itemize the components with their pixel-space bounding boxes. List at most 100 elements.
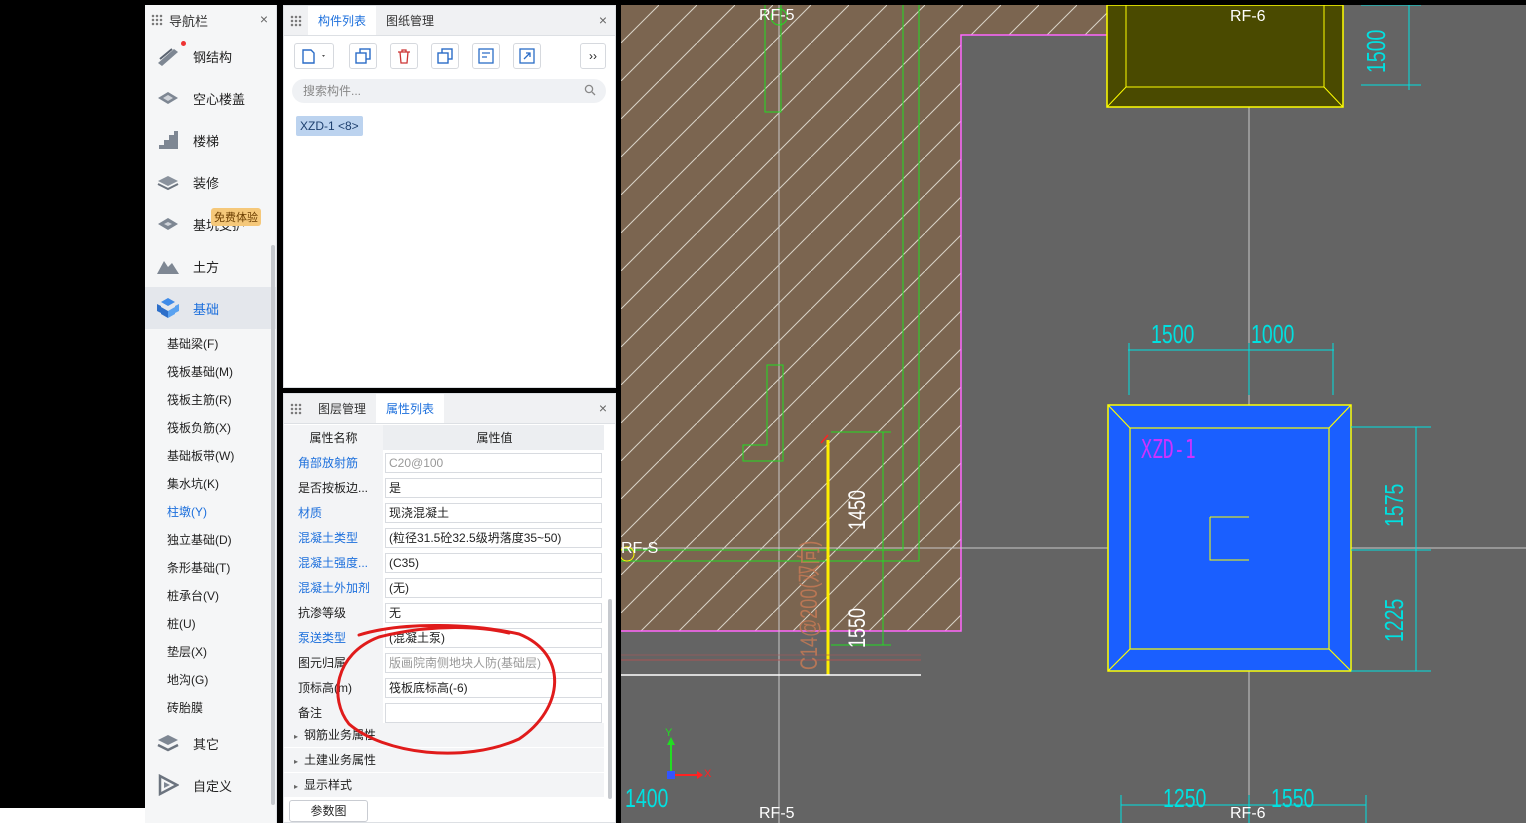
copy-button[interactable] bbox=[349, 43, 377, 69]
property-value[interactable]: (粒径31.5砼32.5级坍落度35~50) bbox=[385, 527, 602, 548]
property-value[interactable]: 现浇混凝土 bbox=[385, 502, 602, 523]
nav-sub-item[interactable]: 垫层(X) bbox=[145, 638, 276, 666]
cad-drawing bbox=[621, 5, 1526, 823]
close-icon[interactable]: × bbox=[599, 400, 607, 416]
property-name: 材质 bbox=[284, 500, 383, 525]
trash-icon bbox=[398, 49, 410, 64]
search-input[interactable]: 搜索构件... bbox=[292, 79, 606, 103]
property-value[interactable]: (C35) bbox=[385, 552, 602, 573]
nav-sub-item-selected[interactable]: 柱墩(Y) bbox=[145, 498, 276, 526]
property-scrollbar[interactable] bbox=[608, 599, 612, 799]
nav-title: 导航栏 bbox=[169, 13, 209, 29]
nav-sub-item[interactable]: 基础梁(F) bbox=[145, 330, 276, 358]
layers-icon bbox=[155, 732, 181, 754]
dim-1550: 1550 bbox=[844, 607, 871, 648]
decoration-icon bbox=[155, 171, 181, 193]
component-list-item[interactable]: XZD-1 <8> bbox=[296, 116, 363, 136]
parameter-diagram-button[interactable]: 参数图 bbox=[289, 800, 368, 822]
dim-1400: 1400 bbox=[625, 783, 669, 813]
tab-drawing-management[interactable]: 图纸管理 bbox=[376, 6, 444, 35]
nav-category-earthwork[interactable]: 土方 bbox=[145, 245, 276, 287]
property-value[interactable]: 是 bbox=[385, 477, 602, 498]
expand-icon: ▸ bbox=[294, 757, 299, 766]
nav-category-custom[interactable]: 自定义 bbox=[145, 764, 276, 806]
tab-layer-management[interactable]: 图层管理 bbox=[308, 394, 376, 423]
nav-category-hollow-floor[interactable]: 空心楼盖 bbox=[145, 77, 276, 119]
trial-badge: 免费体验 bbox=[211, 208, 261, 226]
foundation-icon bbox=[155, 297, 181, 319]
property-name: 混凝土类型 bbox=[284, 525, 383, 550]
filter-button[interactable] bbox=[472, 43, 500, 69]
duplicate-icon bbox=[437, 48, 453, 64]
nav-category-foundation[interactable]: 基础 bbox=[145, 287, 276, 329]
nav-sub-item[interactable]: 筏板负筋(X) bbox=[145, 414, 276, 442]
property-name: 混凝土强度... bbox=[284, 550, 383, 575]
nav-sub-item[interactable]: 地沟(G) bbox=[145, 666, 276, 694]
axis-label-rf5-top: RF-5 bbox=[759, 7, 795, 24]
nav-sub-item[interactable]: 条形基础(T) bbox=[145, 554, 276, 582]
close-icon[interactable]: × bbox=[599, 12, 607, 28]
nav-sub-item[interactable]: 桩承台(V) bbox=[145, 582, 276, 610]
nav-sub-item[interactable]: 砖胎膜 bbox=[145, 694, 276, 722]
status-strip bbox=[0, 808, 145, 823]
property-value[interactable]: C20@100 bbox=[385, 452, 602, 473]
property-list-panel: 图层管理 属性列表 × 属性名称 属性值 角部放射筋 C20@100 是否按板边..… bbox=[283, 393, 616, 823]
stairs-icon bbox=[155, 129, 181, 151]
axis-x-label: X bbox=[704, 768, 712, 780]
nav-header: 导航栏 × bbox=[145, 5, 276, 35]
cad-canvas[interactable]: RF-5 RF-6 RF-5 RF-6 RF-S XZD-1 1500 1000… bbox=[621, 5, 1526, 823]
axis-label-rf6-top: RF-6 bbox=[1230, 8, 1266, 25]
delete-button[interactable] bbox=[390, 43, 418, 69]
dim-1000: 1000 bbox=[1251, 319, 1295, 349]
nav-sub-item[interactable]: 筏板基础(M) bbox=[145, 358, 276, 386]
nav-category-other[interactable]: 其它 bbox=[145, 722, 276, 764]
header-property-name: 属性名称 bbox=[284, 425, 383, 450]
nav-sub-item[interactable]: 筏板主筋(R) bbox=[145, 386, 276, 414]
dim-1500: 1500 bbox=[1151, 319, 1195, 349]
filter-icon bbox=[478, 48, 494, 64]
drag-handle-icon[interactable] bbox=[290, 402, 302, 415]
property-value[interactable]: (无) bbox=[385, 577, 602, 598]
copy-icon bbox=[355, 48, 371, 64]
custom-icon bbox=[155, 774, 181, 796]
nav-sub-item[interactable]: 独立基础(D) bbox=[145, 526, 276, 554]
new-component-button[interactable] bbox=[294, 43, 334, 69]
earthwork-icon bbox=[155, 255, 181, 277]
component-panel-tabs: 构件列表 图纸管理 × bbox=[284, 6, 615, 36]
export-button[interactable] bbox=[513, 43, 541, 69]
search-icon[interactable] bbox=[584, 84, 596, 96]
hollow-floor-icon bbox=[155, 87, 181, 109]
drag-handle-icon[interactable] bbox=[151, 14, 163, 26]
property-panel-tabs: 图层管理 属性列表 × bbox=[284, 394, 615, 424]
duplicate-button[interactable] bbox=[431, 43, 459, 69]
nav-sub-item[interactable]: 基础板带(W) bbox=[145, 442, 276, 470]
nav-scrollbar[interactable] bbox=[271, 245, 275, 805]
tab-component-list[interactable]: 构件列表 bbox=[308, 6, 377, 35]
nav-category-steel[interactable]: 钢结构 bbox=[145, 35, 276, 77]
axis-label-rfs: RF-S bbox=[621, 540, 659, 557]
tab-property-list[interactable]: 属性列表 bbox=[376, 394, 445, 423]
axis-label-rf5-bottom: RF-5 bbox=[759, 805, 795, 822]
nav-category-foundation-pit[interactable]: 基坑支护 免费体验 bbox=[145, 203, 276, 245]
rebar-annotation-text: C14@200(双向) bbox=[796, 540, 823, 670]
nav-sub-item[interactable]: 桩(U) bbox=[145, 610, 276, 638]
navigation-panel: 导航栏 × 钢结构 空心楼盖 楼梯 装修 基坑支护 免费体验 土方 基础 基础梁… bbox=[145, 5, 277, 823]
more-button[interactable]: ›› bbox=[580, 43, 606, 69]
property-name: 角部放射筋 bbox=[284, 450, 383, 475]
nav-category-decoration[interactable]: 装修 bbox=[145, 161, 276, 203]
new-file-icon bbox=[302, 49, 325, 64]
foundation-pit-icon bbox=[155, 213, 181, 235]
close-icon[interactable]: × bbox=[260, 11, 268, 27]
header-property-value: 属性值 bbox=[383, 425, 604, 450]
drag-handle-icon[interactable] bbox=[290, 14, 302, 27]
expand-icon: ▸ bbox=[294, 782, 299, 791]
component-label-xzd1: XZD-1 bbox=[1141, 435, 1196, 465]
foundation-sub-list: 基础梁(F) 筏板基础(M) 筏板主筋(R) 筏板负筋(X) 基础板带(W) 集… bbox=[145, 329, 276, 722]
group-display-style[interactable]: ▸ 显示样式 bbox=[284, 773, 604, 798]
nav-sub-item[interactable]: 集水坑(K) bbox=[145, 470, 276, 498]
nav-category-stairs[interactable]: 楼梯 bbox=[145, 119, 276, 161]
notification-dot bbox=[181, 41, 186, 46]
export-icon bbox=[519, 48, 535, 64]
property-name: 是否按板边... bbox=[284, 475, 383, 500]
dim-1225: 1225 bbox=[1379, 598, 1409, 642]
